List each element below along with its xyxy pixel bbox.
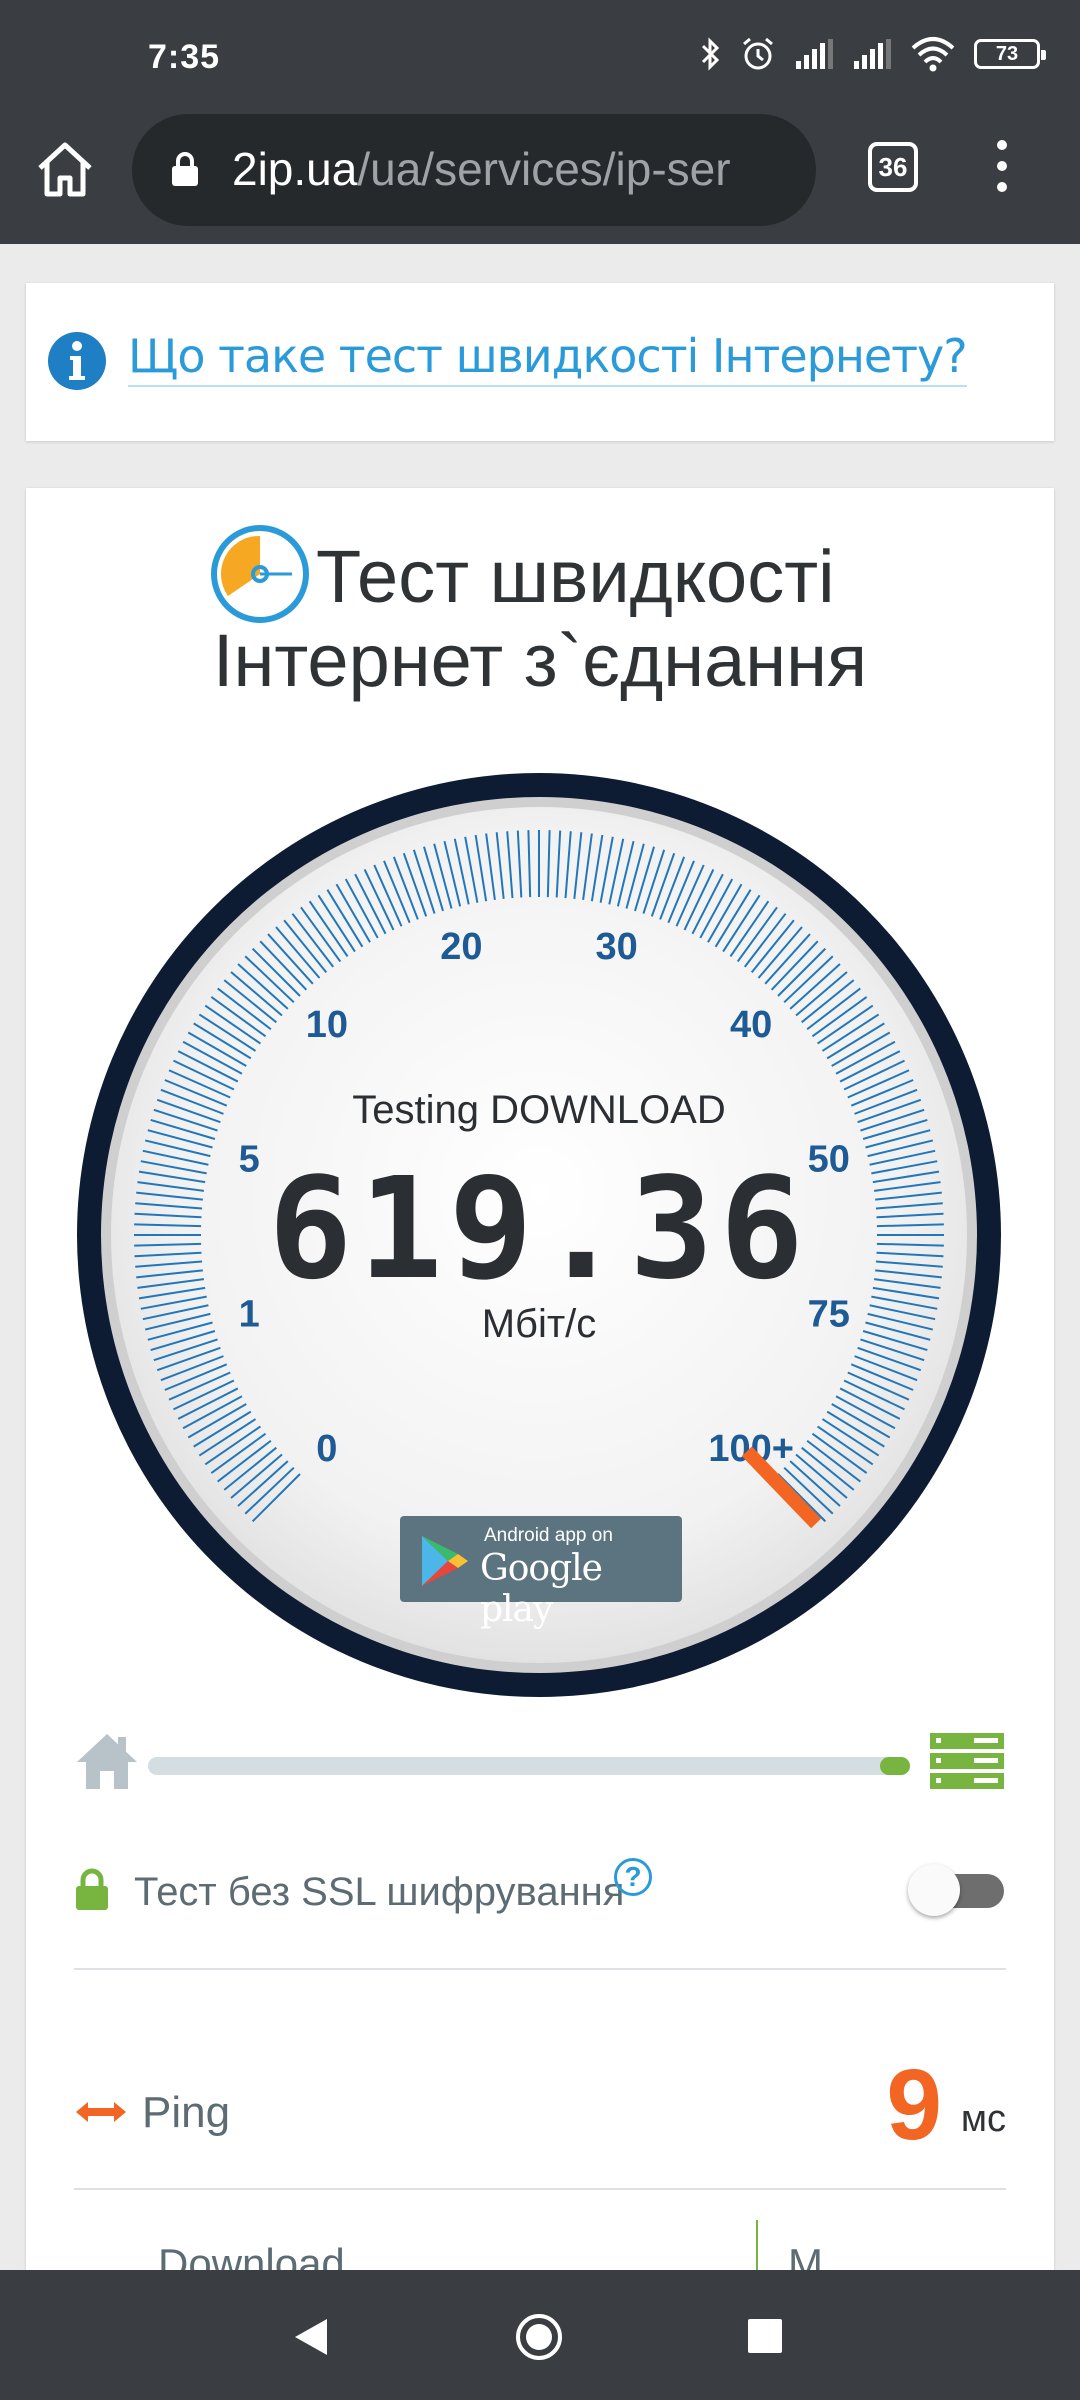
battery-level: 73 (995, 42, 1019, 65)
address-bar[interactable]: 2ip.ua/ua/services/ip-ser (132, 114, 816, 226)
progress-fill (879, 1757, 910, 1775)
test-progress (74, 1731, 1006, 1791)
progress-track (148, 1757, 910, 1775)
alarm-icon (743, 37, 773, 70)
info-card: Що таке тест швидкості Інтернету? (26, 283, 1054, 441)
recent-apps-icon[interactable] (748, 2319, 782, 2353)
ssl-row: Тест без SSL шифрування ? (74, 1850, 1006, 1940)
gauge-scale-label: 40 (730, 1004, 772, 1046)
url-path: /ua/services/ip-ser (357, 143, 731, 195)
back-icon[interactable] (293, 2317, 329, 2357)
system-nav-bar (0, 2270, 1080, 2400)
gauge-scale-label: 10 (306, 1004, 348, 1046)
ssl-label: Тест без SSL шифрування (134, 1870, 625, 1914)
speed-value: 619.36 (268, 1148, 810, 1311)
signal-icon (854, 39, 891, 69)
bluetooth-icon (701, 37, 720, 71)
gauge-scale-label: 0 (316, 1428, 337, 1470)
info-icon (48, 332, 106, 390)
ping-row: Ping 9 мс (74, 2048, 1006, 2168)
status-time: 7:35 (148, 38, 221, 76)
more-menu-icon[interactable] (990, 140, 1014, 200)
divider (74, 2188, 1006, 2190)
tab-count: 36 (878, 151, 908, 182)
browser-chrome: 7:35 73 2ip.ua/ua/services/ip-ser 36 (0, 0, 1080, 244)
tab-switcher-button[interactable]: 36 (868, 142, 918, 192)
lock-icon (172, 152, 198, 186)
google-play-small-text: Android app on (484, 1525, 613, 1546)
ping-label: Ping (142, 2088, 231, 2137)
battery-icon: 73 (974, 39, 1046, 69)
page-title-line2: Інтернет з`єднання (212, 619, 868, 702)
speed-unit: Мбіт/с (481, 1302, 597, 1346)
double-arrow-icon (76, 2102, 126, 2122)
speed-test-info-link[interactable]: Що таке тест швидкості Інтернету? (128, 329, 968, 387)
gauge-scale-label: 20 (440, 926, 482, 968)
gauge-status: Testing DOWNLOAD (352, 1088, 726, 1132)
toggle-knob (908, 1864, 960, 1916)
ping-value: 9 (886, 2049, 942, 2161)
help-icon[interactable]: ? (614, 1858, 652, 1896)
status-icons: 73 (700, 36, 1046, 72)
google-play-badge[interactable]: Android app on Google play (400, 1516, 682, 1630)
url-bar: 2ip.ua/ua/services/ip-ser 36 (0, 110, 1080, 244)
wifi-icon (911, 37, 955, 72)
signal-icon (796, 39, 833, 69)
lock-icon (76, 1868, 108, 1910)
url-text: 2ip.ua/ua/services/ip-ser (232, 142, 804, 196)
speed-test-card: Тест швидкості Інтернет з`єднання 0 1 5 10 2… (26, 488, 1054, 2278)
ssl-toggle[interactable] (908, 1864, 1004, 1916)
gauge-scale-label: 30 (596, 926, 638, 968)
speedometer-icon (211, 525, 309, 623)
divider (74, 1968, 1006, 1970)
ping-unit: мс (960, 2098, 1006, 2140)
home-nav-icon[interactable] (514, 2312, 564, 2362)
google-play-big-text: Google play (480, 1548, 603, 1630)
server-icon (930, 1733, 1004, 1789)
page-title-line1: Тест швидкості (316, 535, 835, 618)
status-bar: 7:35 73 (0, 0, 1080, 110)
house-icon (77, 1734, 137, 1789)
url-host: 2ip.ua (232, 143, 358, 195)
home-icon[interactable] (34, 138, 96, 200)
play-store-icon (422, 1536, 468, 1586)
